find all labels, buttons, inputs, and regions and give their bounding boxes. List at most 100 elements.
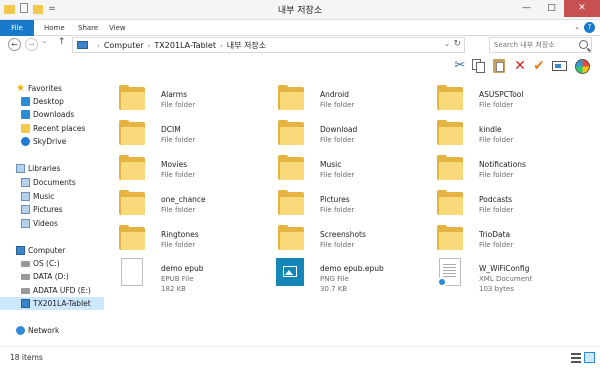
search-input[interactable] [490, 38, 574, 52]
folder-icon [117, 84, 147, 112]
search-icon[interactable] [579, 40, 588, 49]
list-item[interactable]: Movies File folder [117, 154, 267, 188]
rename-icon[interactable] [551, 58, 567, 74]
sidebar-item-label: OS (C:) [33, 259, 60, 268]
breadcrumb-computer[interactable]: Computer [104, 41, 144, 50]
breadcrumb-internal-storage[interactable]: 내부 저장소 [227, 41, 266, 50]
list-item[interactable]: DCIM File folder [117, 119, 267, 153]
list-item[interactable]: ASUSPCTool File folder [435, 84, 585, 118]
list-item[interactable]: Music File folder [276, 154, 426, 188]
minimize-button[interactable]: — [514, 0, 539, 17]
sidebar-item-libraries[interactable]: Libraries [0, 162, 104, 175]
xml-file-icon [437, 258, 461, 287]
paste-icon[interactable] [491, 58, 507, 74]
sidebar-item-data-drive[interactable]: DATA (D:) [0, 270, 104, 283]
list-item[interactable]: Android File folder [276, 84, 426, 118]
navigation-pane: ★ Favorites Desktop Downloads Recent pla… [0, 76, 104, 346]
sidebar-item-music[interactable]: Music [0, 190, 104, 203]
sidebar-item-label: Downloads [33, 110, 75, 119]
folder-icon [435, 119, 465, 147]
color-wheel-icon[interactable] [574, 58, 590, 74]
list-item[interactable]: kindle File folder [435, 119, 585, 153]
folder-icon [117, 224, 147, 252]
sidebar-item-favorites[interactable]: ★ Favorites [0, 82, 104, 95]
sidebar-item-recent-places[interactable]: Recent places [0, 122, 104, 135]
checkmark-icon[interactable]: ✔ [531, 58, 547, 74]
breadcrumb-tablet[interactable]: TX201LA-Tablet [154, 41, 216, 50]
sidebar-item-pictures[interactable]: Pictures [0, 203, 104, 216]
back-button[interactable]: ← [8, 38, 21, 51]
list-item[interactable]: Ringtones File folder [117, 224, 267, 258]
forward-button[interactable]: → [25, 38, 38, 51]
address-bar[interactable]: › Computer › TX201LA-Tablet › 내부 저장소 ⌄ ↻ [72, 37, 465, 53]
help-icon[interactable]: ? [584, 22, 595, 33]
folder-icon [276, 84, 306, 112]
list-item[interactable]: Podcasts File folder [435, 189, 585, 223]
tablet-icon [21, 299, 30, 308]
ribbon-tabs: File Home Share View ⌄ ? [0, 20, 600, 36]
folder-icon [276, 224, 306, 252]
navigation-bar: ← → ⌄ ↑ › Computer › TX201LA-Tablet › 내부 저장소 … [0, 36, 600, 54]
list-item[interactable]: one_chance File folder [117, 189, 267, 223]
tab-file[interactable]: File [0, 20, 34, 36]
sidebar-item-label: Videos [33, 219, 58, 228]
folder-icon [117, 154, 147, 182]
folder-icon [435, 84, 465, 112]
sidebar-item-documents[interactable]: Documents [0, 176, 104, 189]
folder-icon [435, 154, 465, 182]
list-item[interactable]: TrioData File folder [435, 224, 585, 258]
cut-icon[interactable]: ✂ [452, 58, 468, 74]
folder-icon [435, 189, 465, 217]
address-dropdown-icon[interactable]: ⌄ [444, 40, 450, 48]
sidebar-item-label: DATA (D:) [33, 272, 69, 281]
list-item[interactable]: demo epub.epub PNG File 30.7 KB [276, 258, 426, 298]
list-item[interactable]: Alarms File folder [117, 84, 267, 118]
list-item[interactable]: W_WiFiConfig XML Document 103 bytes [435, 258, 585, 298]
sidebar-item-label: SkyDrive [33, 137, 67, 146]
recent-places-icon [21, 124, 30, 133]
usb-drive-icon [21, 288, 30, 294]
sidebar-item-label: Computer [28, 246, 66, 255]
libraries-icon [16, 164, 25, 173]
tab-share[interactable]: Share [78, 20, 98, 36]
details-view-icon[interactable] [571, 353, 581, 363]
up-button[interactable]: ↑ [58, 37, 66, 47]
list-item[interactable]: Notifications File folder [435, 154, 585, 188]
list-item[interactable]: Download File folder [276, 119, 426, 153]
sidebar-item-label: Favorites [28, 84, 62, 93]
recent-locations-button[interactable]: ⌄ [42, 38, 47, 45]
list-item[interactable]: Pictures File folder [276, 189, 426, 223]
image-file-icon [276, 258, 304, 286]
sidebar-item-os-drive[interactable]: OS (C:) [0, 257, 104, 270]
downloads-icon [21, 110, 30, 119]
maximize-button[interactable]: □ [539, 0, 564, 17]
folder-icon [276, 154, 306, 182]
sidebar-item-adata-drive[interactable]: ADATA UFD (E:) [0, 284, 104, 297]
epub-file-icon [121, 258, 143, 286]
sidebar-item-label: Network [28, 326, 60, 335]
search-box[interactable] [489, 37, 592, 53]
sidebar-item-downloads[interactable]: Downloads [0, 108, 104, 121]
copy-icon[interactable] [470, 58, 486, 74]
sidebar-item-skydrive[interactable]: SkyDrive [0, 135, 104, 148]
sidebar-item-tablet[interactable]: TX201LA-Tablet [0, 297, 104, 310]
refresh-icon[interactable]: ↻ [453, 39, 461, 49]
sidebar-item-label: Music [33, 192, 55, 201]
drive-icon [21, 274, 30, 280]
tab-home[interactable]: Home [44, 20, 65, 36]
list-item[interactable]: Screenshots File folder [276, 224, 426, 258]
documents-icon [21, 178, 30, 187]
sidebar-item-computer[interactable]: Computer [0, 244, 104, 257]
delete-icon[interactable]: ✕ [512, 58, 528, 74]
large-icons-view-icon[interactable] [584, 352, 595, 363]
skydrive-icon [21, 137, 30, 146]
sidebar-item-label: Pictures [33, 205, 63, 214]
list-item[interactable]: demo epub EPUB File 182 KB [117, 258, 267, 298]
sidebar-item-network[interactable]: Network [0, 324, 104, 337]
sidebar-item-desktop[interactable]: Desktop [0, 95, 104, 108]
network-icon [16, 326, 25, 335]
tab-view[interactable]: View [109, 20, 126, 36]
close-button[interactable]: ✕ [564, 0, 600, 17]
expand-ribbon-icon[interactable]: ⌄ [574, 23, 580, 31]
sidebar-item-videos[interactable]: Videos [0, 217, 104, 230]
